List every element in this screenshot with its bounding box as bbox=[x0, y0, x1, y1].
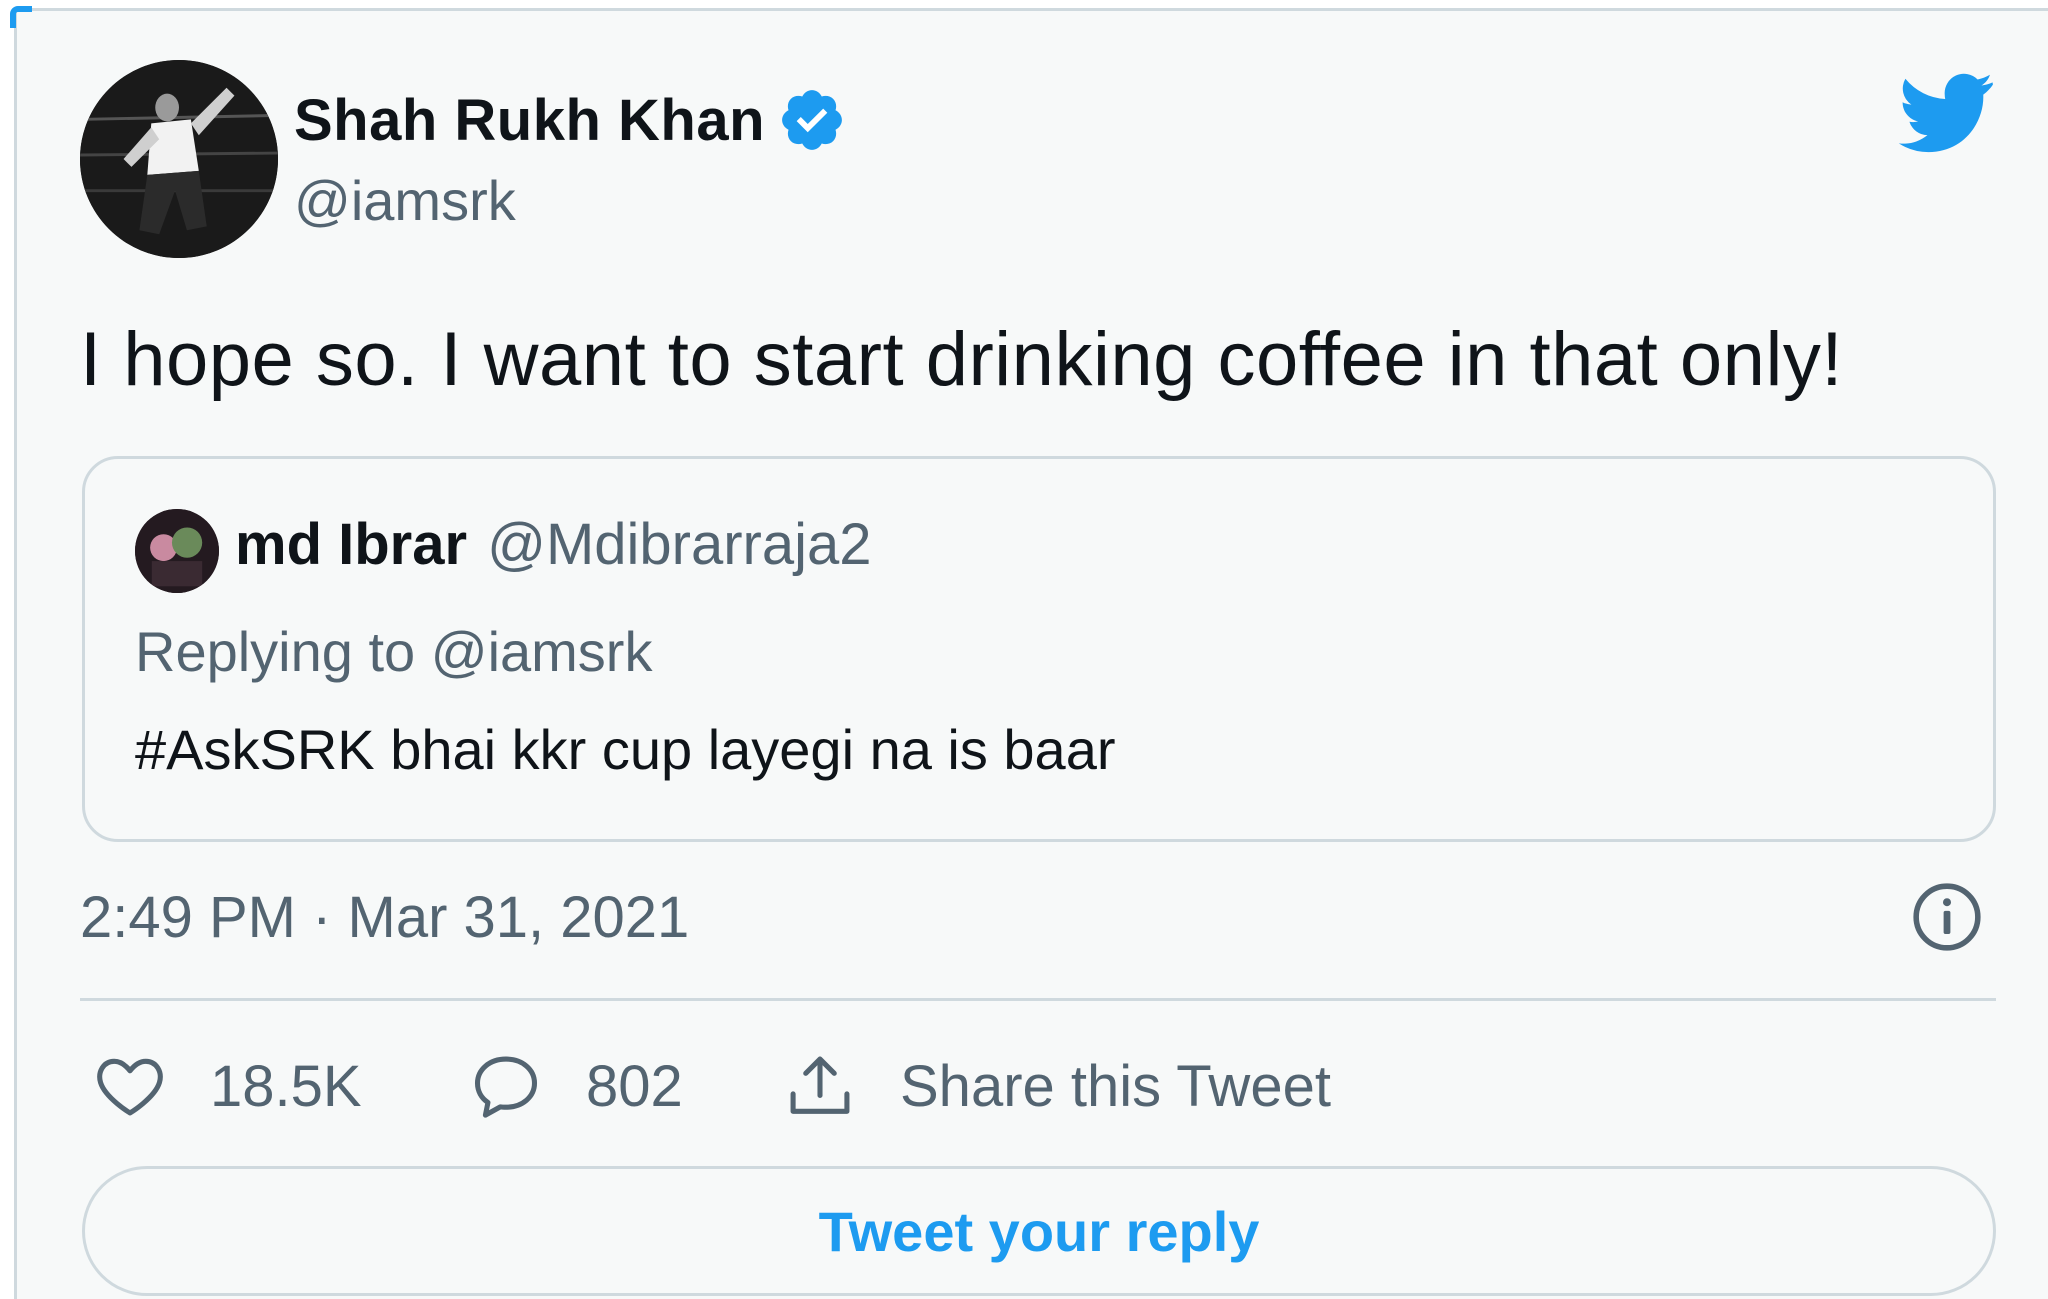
reply-count-button[interactable]: 802 bbox=[468, 1044, 683, 1128]
tweet-your-reply-button[interactable]: Tweet your reply bbox=[82, 1166, 1996, 1296]
author-name-row: Shah Rukh Khan bbox=[294, 82, 847, 158]
speech-bubble-icon bbox=[474, 1056, 538, 1118]
share-label: Share this Tweet bbox=[900, 1053, 1331, 1119]
tweet-text: I hope so. I want to start drinking coff… bbox=[80, 317, 1843, 402]
quoted-header: md Ibrar @Mdibrarraja2 bbox=[235, 511, 872, 578]
share-button[interactable]: Share this Tweet bbox=[782, 1044, 1331, 1128]
verified-badge-icon bbox=[782, 90, 842, 150]
info-icon[interactable] bbox=[1910, 880, 1984, 954]
quoted-author-avatar[interactable] bbox=[135, 509, 219, 593]
author-handle[interactable]: @iamsrk bbox=[294, 168, 516, 233]
reply-button-label: Tweet your reply bbox=[818, 1199, 1260, 1263]
quoted-tweet[interactable]: md Ibrar @Mdibrarraja2 Replying to @iams… bbox=[82, 456, 1996, 842]
quoted-tweet-text: #AskSRK bhai kkr cup layegi na is baar bbox=[135, 718, 1116, 781]
quoted-display-name[interactable]: md Ibrar bbox=[235, 511, 467, 578]
author-avatar[interactable] bbox=[80, 60, 278, 258]
quoted-handle[interactable]: @Mdibrarraja2 bbox=[487, 511, 871, 578]
twitter-bird-icon[interactable] bbox=[1898, 72, 1994, 154]
author-display-name[interactable]: Shah Rukh Khan bbox=[294, 87, 765, 154]
focus-corner-accent bbox=[10, 6, 32, 28]
like-button[interactable]: 18.5K bbox=[92, 1044, 362, 1128]
like-count: 18.5K bbox=[210, 1053, 362, 1119]
share-upload-icon bbox=[790, 1056, 850, 1114]
heart-icon bbox=[97, 1058, 163, 1116]
divider bbox=[80, 998, 1996, 1001]
tweet-timestamp[interactable]: 2:49 PM · Mar 31, 2021 bbox=[80, 884, 689, 951]
reply-count: 802 bbox=[586, 1053, 683, 1119]
quoted-replying-to: Replying to @iamsrk bbox=[135, 620, 653, 683]
